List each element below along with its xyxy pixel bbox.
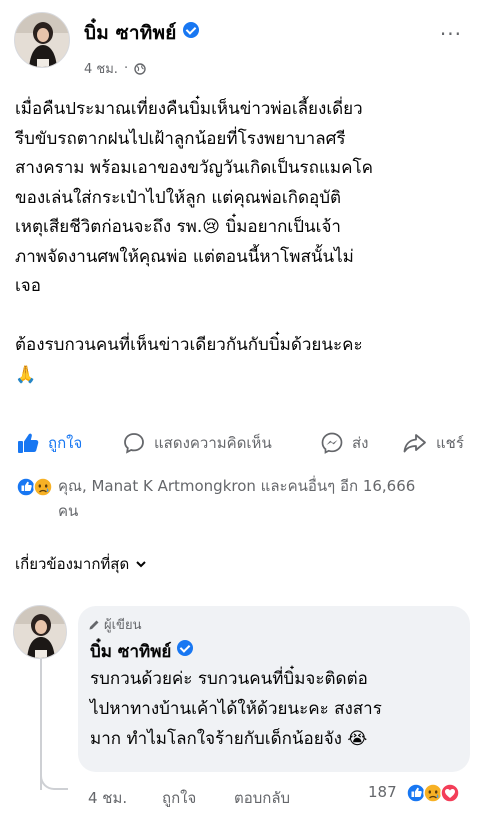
like-reaction-icon bbox=[16, 477, 36, 497]
author-avatar[interactable] bbox=[14, 12, 70, 68]
avatar-photo bbox=[14, 606, 66, 658]
sad-reaction-icon bbox=[33, 477, 53, 497]
thread-curve bbox=[40, 770, 68, 790]
comment-reaction-count[interactable]: 187 bbox=[368, 783, 397, 801]
send-label: ส่ง bbox=[352, 434, 369, 452]
like-reaction-icon bbox=[406, 783, 426, 803]
pencil-icon bbox=[89, 620, 99, 629]
post-meta: 4 ชม. · bbox=[84, 58, 146, 79]
like-label: ถูกใจ bbox=[48, 434, 83, 452]
share-label: แชร์ bbox=[436, 434, 464, 452]
verified-badge-icon bbox=[177, 640, 194, 656]
comment-time[interactable]: 4 ชม. bbox=[88, 786, 127, 810]
meta-separator: · bbox=[123, 61, 129, 76]
chevron-down-icon bbox=[136, 561, 146, 568]
verified-badge-icon bbox=[182, 22, 199, 38]
more-icon[interactable]: ··· bbox=[440, 22, 462, 46]
action-bar: ถูกใจ แสดงความคิดเห็น ส่ง แชร์ bbox=[0, 425, 484, 461]
post-text: เมื่อคืนประมาณเที่ยงคืนบิ๋มเห็นข่าวพ่อเล… bbox=[15, 99, 373, 385]
comment-author-name[interactable]: บิ๋ม ซาทิพย์ bbox=[90, 638, 194, 665]
comment-button[interactable]: แสดงความคิดเห็น bbox=[122, 425, 272, 461]
globe-icon bbox=[134, 62, 146, 75]
post-header: บิ๋ม ซาทิพย์ 4 ชม. · ··· bbox=[0, 0, 484, 90]
love-reaction-icon bbox=[440, 783, 460, 803]
comment-sort-dropdown[interactable]: เกี่ยวข้องมากที่สุด bbox=[15, 552, 147, 576]
avatar-photo bbox=[15, 13, 69, 67]
like-button[interactable]: ถูกใจ bbox=[16, 425, 82, 461]
author-badge: ผู้เขียน bbox=[88, 614, 141, 635]
post-time[interactable]: 4 ชม. bbox=[84, 58, 118, 79]
messenger-icon bbox=[321, 432, 343, 454]
author-badge-label: ผู้เขียน bbox=[104, 618, 142, 633]
share-button[interactable]: แชร์ bbox=[402, 425, 464, 461]
sad-reaction-icon bbox=[423, 783, 443, 803]
sort-label: เกี่ยวข้องมากที่สุด bbox=[15, 555, 130, 573]
author-name-text[interactable]: บิ๋ม ซาทิพย์ bbox=[84, 22, 177, 44]
comment-author-text[interactable]: บิ๋ม ซาทิพย์ bbox=[90, 642, 171, 662]
comment-like-button[interactable]: ถูกใจ bbox=[162, 786, 196, 810]
author-name[interactable]: บิ๋ม ซาทิพย์ bbox=[84, 18, 199, 48]
send-button[interactable]: ส่ง bbox=[320, 425, 368, 461]
comment-label: แสดงความคิดเห็น bbox=[154, 434, 272, 452]
reaction-icons bbox=[16, 476, 56, 498]
commenter-avatar[interactable] bbox=[13, 605, 67, 659]
comment-text: รบกวนด้วยค่ะ รบกวนคนที่บิ๋มจะติดต่อ ไปหา… bbox=[90, 669, 382, 749]
reactions-summary[interactable]: คุณ, Manat K Artmongkron และคนอื่นๆ อีก … bbox=[16, 476, 476, 524]
comment-reply-button[interactable]: ตอบกลับ bbox=[234, 786, 290, 810]
comment-icon bbox=[124, 433, 144, 454]
thumbs-up-icon bbox=[18, 433, 39, 453]
comment-reaction-icons[interactable] bbox=[406, 782, 466, 804]
share-icon bbox=[403, 434, 426, 453]
reaction-summary-text: คุณ, Manat K Artmongkron และคนอื่นๆ อีก … bbox=[58, 477, 416, 520]
